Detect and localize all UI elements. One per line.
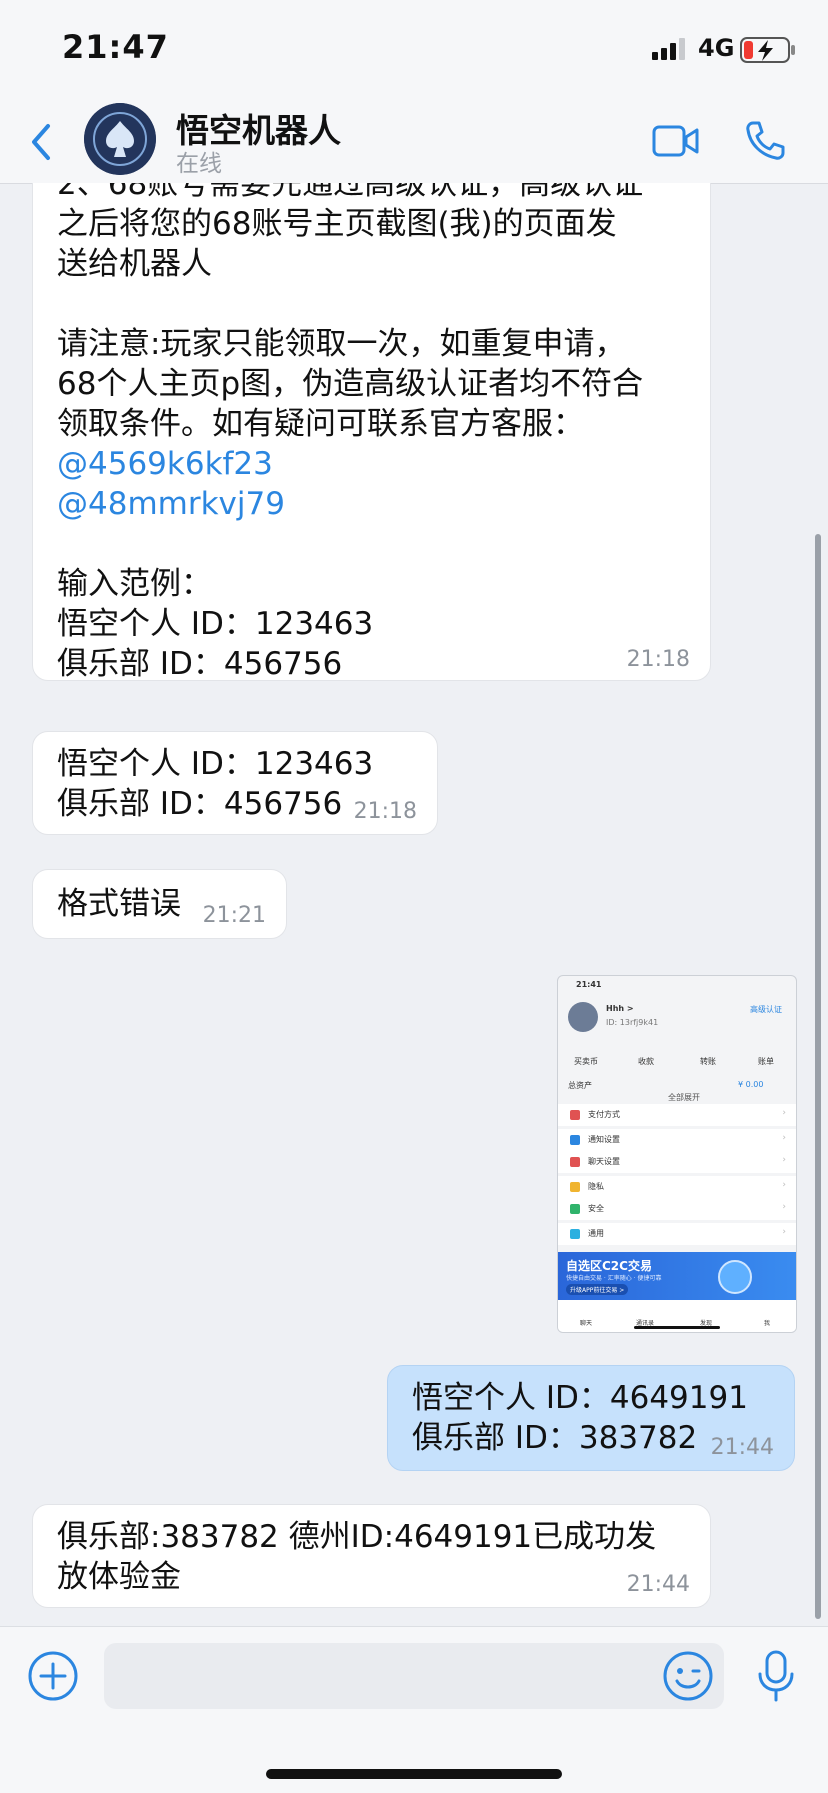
thumb-action: 收款 — [638, 1057, 654, 1066]
thumb-row: 隐私 › — [558, 1176, 796, 1198]
thumb-row: 通用 › — [558, 1223, 796, 1245]
thumb-username: Hhh > — [606, 1004, 634, 1013]
thumb-badge: 高级认证 — [750, 1005, 782, 1014]
chat-header: 悟空机器人 在线 — [0, 100, 828, 184]
thumb-banner: 自选区C2C交易 快捷自由交易 · 汇率随心 · 便捷可靠 升级APP前往交易 … — [558, 1252, 796, 1300]
chat-status: 在线 — [176, 151, 222, 177]
message-text: 2、68账号需要先通过高级认证，高级认证 — [57, 183, 644, 202]
signal-icon — [652, 38, 685, 60]
thumb-row: 安全 › — [558, 1198, 796, 1220]
message-text: 领取条件。如有疑问可联系官方客服： — [57, 406, 584, 442]
video-camera-icon[interactable] — [652, 124, 700, 158]
message-text: 俱乐部 ID：456756 — [57, 646, 343, 682]
message-bubble-incoming[interactable]: 2、68账号需要先通过高级认证，高级认证 之后将您的68账号主页截图(我)的页面… — [32, 183, 711, 682]
avatar[interactable] — [84, 103, 156, 175]
message-time: 21:21 — [202, 903, 266, 928]
thumb-action: 转账 — [700, 1057, 716, 1066]
message-time: 21:44 — [626, 1572, 690, 1597]
message-text: 悟空个人 ID：4649191 — [412, 1380, 748, 1416]
status-time: 21:47 — [62, 28, 169, 66]
message-text: 68个人主页p图，伪造高级认证者均不符合 — [57, 366, 644, 402]
message-bubble-incoming[interactable]: 俱乐部:383782 德州ID:4649191已成功发 放体验金 21:44 — [32, 1504, 711, 1608]
emoji-icon[interactable] — [662, 1650, 714, 1702]
thumb-row: 支付方式 › — [558, 1104, 796, 1126]
message-text: 输入范例： — [57, 566, 212, 602]
thumb-row: 通知设置 › — [558, 1129, 796, 1151]
message-list[interactable]: 2、68账号需要先通过高级认证，高级认证 之后将您的68账号主页截图(我)的页面… — [0, 183, 828, 1626]
message-text: 放体验金 — [57, 1559, 181, 1595]
message-time: 21:44 — [710, 1435, 774, 1460]
scrollbar[interactable] — [815, 534, 821, 1619]
status-bar: 21:47 4G — [0, 0, 828, 100]
message-text: 俱乐部:383782 德州ID:4649191已成功发 — [57, 1519, 657, 1555]
phone-icon[interactable] — [744, 120, 786, 162]
thumb-action: 买卖币 — [574, 1057, 598, 1066]
thumb-uid: ID: 13rfj9k41 — [606, 1018, 659, 1027]
message-text: 送给机器人 — [57, 246, 212, 282]
thumb-total-value: ¥ 0.00 — [738, 1080, 764, 1089]
mention-link[interactable]: @48mmrkvj79 — [57, 484, 686, 524]
message-bubble-incoming[interactable]: 格式错误 21:21 — [32, 869, 287, 939]
avatar — [568, 1002, 598, 1032]
thumb-action: 账单 — [758, 1057, 774, 1066]
message-time: 21:44 — [722, 1301, 786, 1326]
microphone-icon[interactable] — [756, 1650, 796, 1702]
thumb-row: 聊天设置 › — [558, 1151, 796, 1173]
battery-icon — [740, 37, 795, 63]
plus-circle-icon[interactable] — [27, 1650, 79, 1702]
thumb-time: 21:41 — [576, 980, 602, 989]
spade-logo-icon — [84, 103, 156, 175]
message-bubble-outgoing[interactable]: 悟空个人 ID：4649191 俱乐部 ID：383782 21:44 — [387, 1365, 795, 1471]
message-text: 悟空个人 ID：123463 — [57, 606, 374, 642]
message-text: 之后将您的68账号主页截图(我)的页面发 — [57, 206, 617, 242]
image-message[interactable]: 21:41 Hhh > ID: 13rfj9k41 高级认证 买卖币 收款 转账… — [557, 975, 797, 1333]
message-time: 21:18 — [353, 799, 417, 824]
message-input[interactable] — [104, 1643, 724, 1709]
message-bubble-incoming[interactable]: 悟空个人 ID：123463 俱乐部 ID：456756 21:18 — [32, 731, 438, 835]
message-text: 请注意:玩家只能领取一次，如重复申请， — [57, 326, 626, 362]
home-indicator[interactable] — [266, 1769, 562, 1779]
message-text: 悟空个人 ID：123463 — [57, 746, 374, 782]
message-time: 21:18 — [626, 647, 690, 672]
input-bar — [0, 1626, 828, 1793]
thumb-total-label: 总资产 — [568, 1081, 592, 1090]
network-label: 4G — [698, 34, 735, 62]
thumb-expand: 全部展开 — [668, 1093, 700, 1102]
chevron-left-icon[interactable] — [26, 122, 56, 162]
mention-link[interactable]: @4569k6kf23 — [57, 444, 686, 484]
